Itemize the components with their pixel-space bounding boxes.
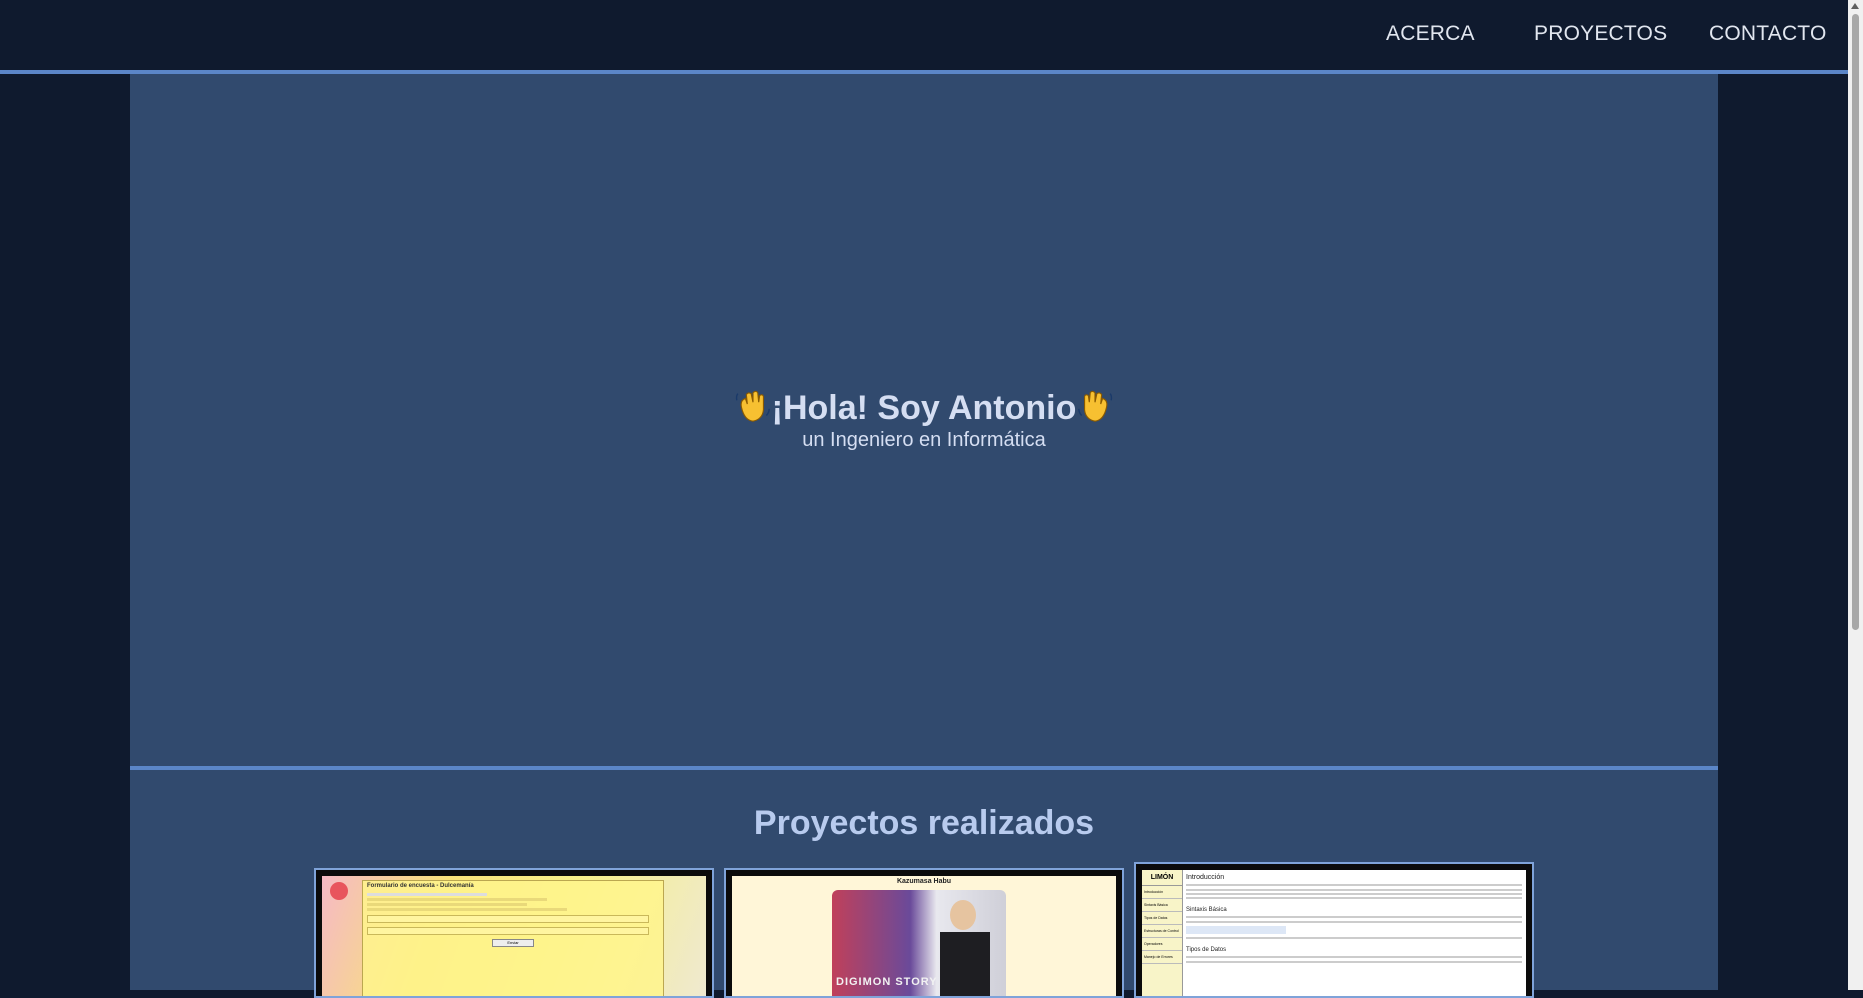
project-card-limon-docs[interactable]: LIMÓN Introducción Sintaxis Básica Tipos…: [1134, 862, 1534, 998]
docs-logo: LIMÓN: [1142, 870, 1182, 886]
nav-link-proyectos[interactable]: PROYECTOS: [1534, 22, 1667, 46]
scroll-up-arrow-icon[interactable]: [1851, 3, 1859, 9]
docs-content-preview: Introducción Sintaxis Básica Tipos de Da…: [1186, 874, 1522, 965]
project-thumbnail: Formulario de encuesta - Dulcemanía Envi…: [322, 876, 706, 996]
hero-heading: ¡Hola! Soy Antonio: [130, 387, 1718, 428]
project-thumbnail: LIMÓN Introducción Sintaxis Básica Tipos…: [1142, 870, 1526, 996]
project-card-survey[interactable]: Formulario de encuesta - Dulcemanía Envi…: [314, 868, 714, 998]
waving-hand-icon: [1078, 390, 1113, 422]
nav-link-acerca[interactable]: ACERCA: [1386, 22, 1475, 46]
kazumasa-photo: DIGIMON STORY: [832, 890, 1006, 996]
project-thumbnail: Kazumasa Habu DIGIMON STORY: [732, 876, 1116, 996]
survey-form-title: Formulario de encuesta - Dulcemanía: [367, 883, 474, 889]
docs-sidebar-preview: LIMÓN Introducción Sintaxis Básica Tipos…: [1142, 870, 1183, 996]
hero-subtitle: un Ingeniero en Informática: [802, 429, 1046, 451]
scrollbar-thumb[interactable]: [1852, 14, 1859, 630]
survey-submit-preview: Enviar: [492, 939, 534, 947]
digimon-banner: DIGIMON STORY: [836, 976, 938, 988]
tribute-page-title: Kazumasa Habu: [896, 878, 952, 885]
page-scrollbar[interactable]: [1848, 0, 1863, 990]
hero-title-text: ¡Hola! Soy Antonio: [771, 389, 1077, 427]
project-card-kazumasa[interactable]: Kazumasa Habu DIGIMON STORY: [724, 868, 1124, 998]
survey-form-preview: Formulario de encuesta - Dulcemanía Envi…: [362, 880, 664, 996]
top-navbar: ACERCA PROYECTOS CONTACTO: [0, 0, 1848, 74]
projects-heading: Proyectos realizados: [753, 804, 1095, 842]
nav-link-contacto[interactable]: CONTACTO: [1709, 22, 1827, 46]
candy-decoration: [330, 882, 348, 900]
waving-hand-icon: [735, 390, 770, 422]
hero-section: ¡Hola! Soy Antonio un Ingeniero en Infor…: [130, 74, 1718, 766]
projects-section: Proyectos realizados Formulario de encue…: [130, 770, 1718, 998]
